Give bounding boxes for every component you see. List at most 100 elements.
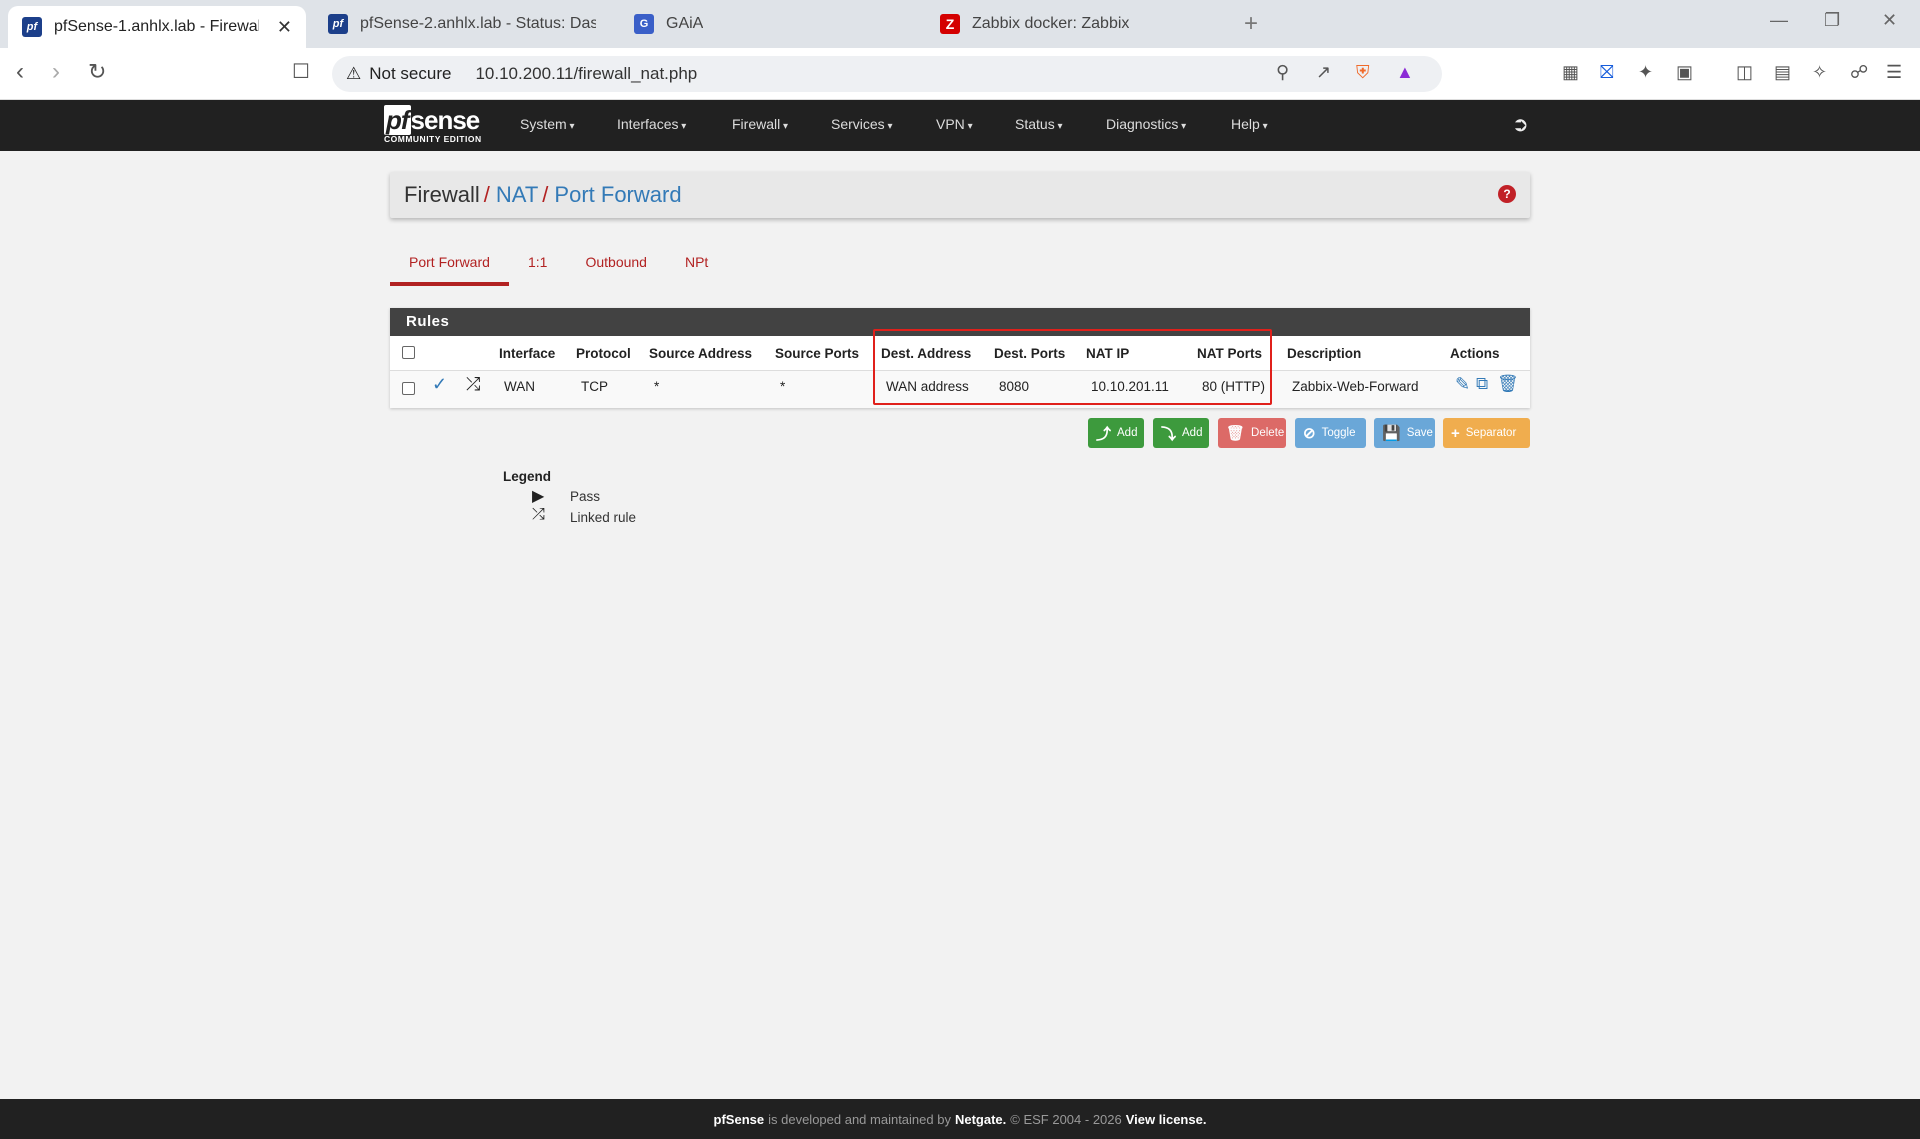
select-all-checkbox[interactable] <box>402 346 415 359</box>
menu-help[interactable]: Help <box>1231 116 1268 132</box>
share-icon[interactable]: ↗ <box>1316 62 1331 83</box>
tab-title: GAiA <box>666 15 704 32</box>
menu-status[interactable]: Status <box>1015 116 1063 132</box>
pfsense-logo[interactable]: pfsense COMMUNITY EDITION <box>384 105 482 144</box>
menu-firewall[interactable]: Firewall <box>732 116 788 132</box>
col-actions: Actions <box>1450 346 1500 361</box>
breadcrumb-separator: / <box>483 182 490 207</box>
zoom-icon[interactable]: ⚲ <box>1276 62 1289 83</box>
cell-interface: WAN <box>504 379 535 394</box>
row-checkbox[interactable] <box>402 382 415 395</box>
add-bottom-label: Add <box>1182 427 1203 439</box>
url-text[interactable]: 10.10.200.11/firewall_nat.php <box>475 64 697 84</box>
address-bar[interactable]: ⚠ Not secure 10.10.200.11/firewall_nat.p… <box>332 56 1442 92</box>
cell-source-address: * <box>654 379 660 394</box>
menu-icon[interactable]: ☰ <box>1886 62 1902 83</box>
ban-icon: ⊘ <box>1303 425 1316 442</box>
qr-icon[interactable]: ▦ <box>1562 62 1579 83</box>
browser-tab-zabbix[interactable]: Z Zabbix docker: Zabbix <box>926 6 1226 42</box>
pfsense-navbar: pfsense COMMUNITY EDITION System Interfa… <box>0 100 1920 151</box>
pass-check-icon[interactable]: ✓ <box>432 374 447 395</box>
shuffle-icon: ⤮ <box>532 506 545 523</box>
footer-company[interactable]: Netgate. <box>955 1112 1006 1127</box>
copy-icon[interactable]: ⧉ <box>1476 374 1488 394</box>
add-top-label: Add <box>1117 427 1138 439</box>
security-status[interactable]: Not secure <box>369 64 451 84</box>
footer-brand: pfSense <box>713 1111 765 1127</box>
window-close-icon[interactable]: ✕ <box>1882 10 1897 31</box>
nat-tabs: Port Forward 1:1 Outbound NPt <box>390 244 727 286</box>
linked-rule-icon: ⤮ <box>466 374 481 394</box>
new-tab-icon[interactable]: + <box>1244 10 1258 38</box>
arrow-down-icon: ⤵ <box>1161 425 1177 443</box>
vpn-icon[interactable]: ☍ <box>1850 62 1868 83</box>
save-label: Save <box>1406 427 1433 439</box>
add-bottom-button[interactable]: ⤵ Add <box>1153 418 1209 448</box>
gaia-icon: G <box>634 14 654 34</box>
menu-diagnostics[interactable]: Diagnostics <box>1106 116 1186 132</box>
delete-label: Delete <box>1251 427 1285 439</box>
tab-outbound[interactable]: Outbound <box>566 244 666 286</box>
menu-system[interactable]: System <box>520 116 575 132</box>
logo-sense: sense <box>410 105 481 135</box>
footer-license-link[interactable]: View license. <box>1126 1112 1207 1127</box>
toggle-label: Toggle <box>1321 427 1356 439</box>
save-button[interactable]: 💾 Save <box>1374 418 1435 448</box>
breadcrumb-firewall: Firewall <box>404 182 480 207</box>
browser-tab-pfsense-2[interactable]: pf pfSense-2.anhlx.lab - Status: Dashbo <box>314 6 610 42</box>
back-icon[interactable]: ‹ <box>16 60 24 84</box>
pfsense-icon: pf <box>22 17 42 37</box>
highlight-box <box>873 329 1272 405</box>
tab-port-forward[interactable]: Port Forward <box>390 244 509 286</box>
tab-title: Zabbix docker: Zabbix <box>972 15 1130 32</box>
menu-services[interactable]: Services <box>831 116 893 132</box>
brave-shield-icon[interactable]: ⛨ <box>1356 62 1370 83</box>
tab-title: pfSense-2.anhlx.lab - Status: Dashbo <box>360 15 596 32</box>
bitwarden-icon[interactable]: ⛝ <box>1600 62 1614 83</box>
add-top-button[interactable]: ⤴ Add <box>1088 418 1144 448</box>
trash-icon: 🗑 <box>1226 425 1246 442</box>
wallet-icon[interactable]: ▤ <box>1774 62 1791 83</box>
tab-one-to-one[interactable]: 1:1 <box>509 244 566 286</box>
minimize-icon[interactable]: — <box>1770 10 1788 31</box>
delete-button[interactable]: 🗑 Delete <box>1218 418 1286 448</box>
plus-icon: + <box>1451 424 1460 442</box>
arrow-up-icon: ⤴ <box>1096 425 1112 443</box>
edit-icon[interactable]: ✎ <box>1455 374 1470 395</box>
browser-tab-gaia[interactable]: G GAiA <box>620 6 920 42</box>
warning-icon[interactable]: ⚠ <box>346 64 361 84</box>
sidebar-icon[interactable]: ◫ <box>1736 62 1753 83</box>
brave-rewards-icon[interactable]: ▲ <box>1396 62 1414 83</box>
separator-label: Separator <box>1465 427 1517 439</box>
bookmark-icon[interactable]: ☐ <box>292 60 310 84</box>
breadcrumb-port-forward[interactable]: Port Forward <box>554 182 681 208</box>
help-icon[interactable]: ? <box>1498 185 1516 203</box>
tab-search-icon[interactable]: ▣ <box>1676 62 1693 83</box>
toggle-button[interactable]: ⊘ Toggle <box>1295 418 1366 448</box>
delete-icon[interactable]: 🗑 <box>1497 374 1519 394</box>
save-icon: 💾 <box>1382 425 1401 442</box>
breadcrumb-separator: / <box>542 182 549 207</box>
logo-pf: pf <box>384 105 411 135</box>
col-description: Description <box>1287 346 1362 361</box>
menu-interfaces[interactable]: Interfaces <box>617 116 686 132</box>
breadcrumb: Firewall / NAT / Port Forward ? <box>390 172 1530 218</box>
cell-protocol: TCP <box>581 379 608 394</box>
tab-npt[interactable]: NPt <box>666 244 727 286</box>
restore-icon[interactable]: ❐ <box>1824 10 1840 31</box>
zabbix-icon: Z <box>940 14 960 34</box>
browser-tab-pfsense-1[interactable]: pf pfSense-1.anhlx.lab - Firewall: N/ ✕ <box>8 6 306 48</box>
browser-toolbar: ‹ › ↻ ☐ ⚠ Not secure 10.10.200.11/firewa… <box>0 48 1920 100</box>
menu-vpn[interactable]: VPN <box>936 116 973 132</box>
forward-icon[interactable]: › <box>52 60 60 84</box>
cell-source-ports: * <box>780 379 786 394</box>
logout-icon[interactable]: ➲ <box>1512 112 1529 137</box>
close-icon[interactable]: ✕ <box>277 17 292 38</box>
reload-icon[interactable]: ↻ <box>88 60 106 84</box>
breadcrumb-nat[interactable]: NAT <box>496 182 538 208</box>
extensions-icon[interactable]: ✦ <box>1638 62 1653 83</box>
logo-subtitle: COMMUNITY EDITION <box>384 134 482 144</box>
leo-icon[interactable]: ✧ <box>1812 62 1827 83</box>
play-icon: ▶ <box>532 488 545 505</box>
separator-button[interactable]: + Separator <box>1443 418 1530 448</box>
